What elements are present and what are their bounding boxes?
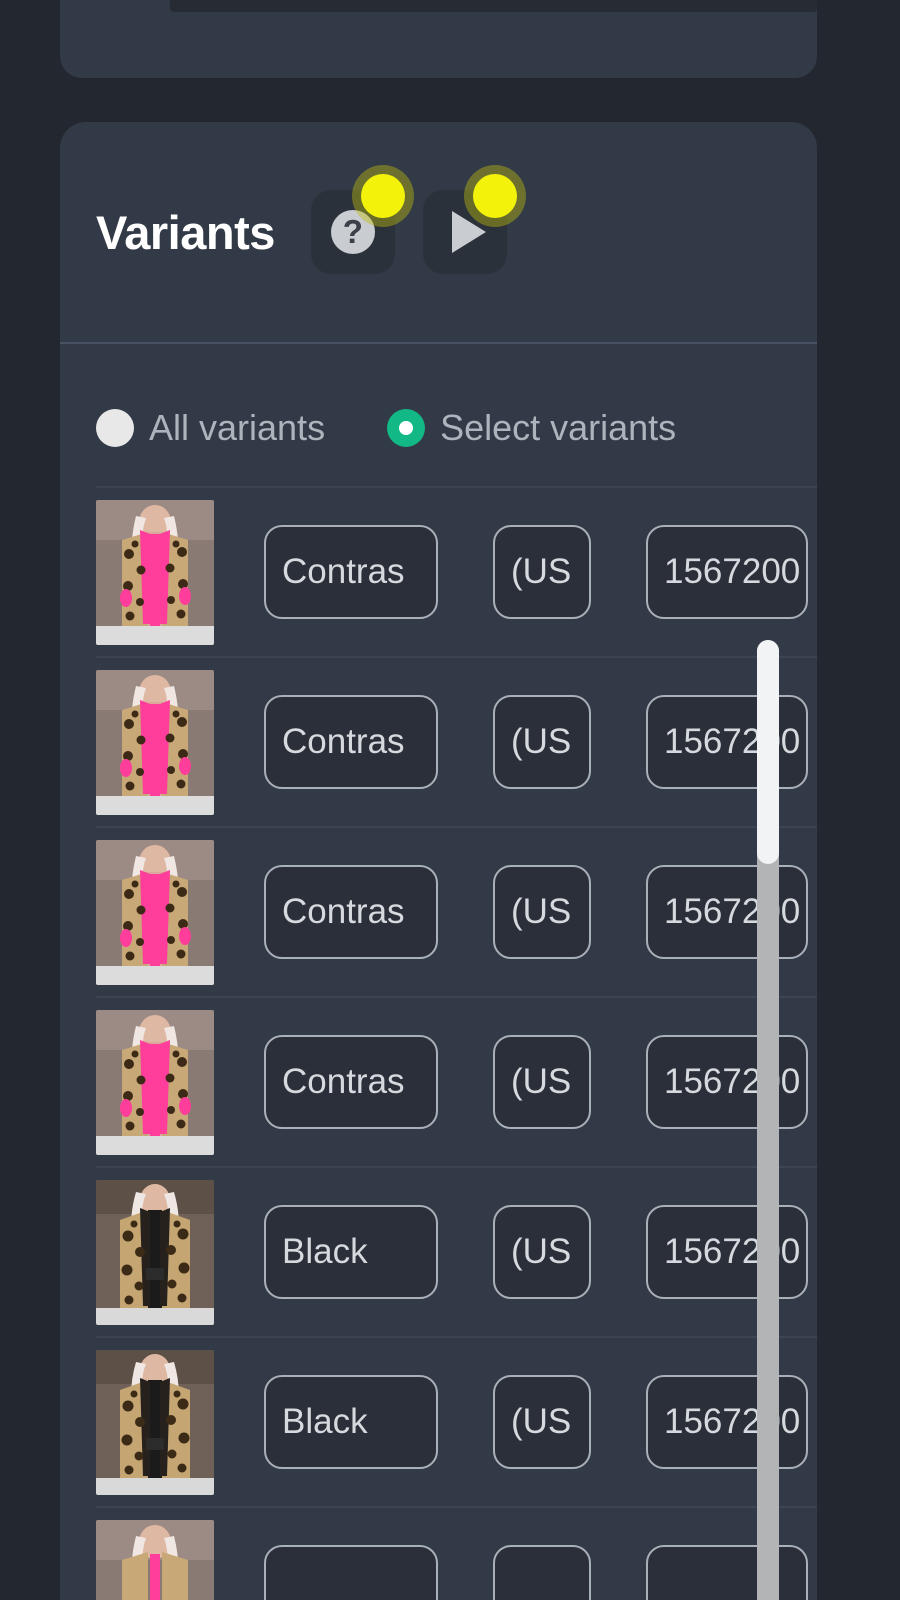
variant-sku-input[interactable]: 1567200 [646,865,808,959]
variant-color-input[interactable]: Contras [264,865,438,959]
variant-sku-input[interactable]: 1567200 [646,1035,808,1129]
table-row[interactable]: Contras (US 1567200 [96,996,817,1166]
variant-color-input[interactable]: Contras [264,1035,438,1129]
table-row[interactable]: Black (US 1567200 [96,1336,817,1506]
variant-size-input[interactable]: (US [493,865,591,959]
variant-size-input[interactable]: (US [493,1205,591,1299]
radio-label-all-variants: All variants [149,407,326,448]
variant-thumbnail-pink [96,839,214,985]
variants-card-header: Variants ? [60,122,817,342]
variants-screen: Variants ? All variants Select variants … [0,0,900,1600]
page-title: Variants [96,205,275,259]
radio-option-all-variants[interactable]: All variants [96,407,325,449]
help-circle-icon: ? [330,210,375,254]
help-button-notification-dot [360,174,405,218]
variant-color-input[interactable]: Black [264,1205,438,1299]
variant-color-input[interactable]: Contras [264,525,438,619]
radio-label-select-variants: Select variants [440,407,677,448]
variant-size-input[interactable] [493,1545,591,1600]
variants-card: Variants ? All variants Select variants … [60,122,817,1600]
table-row[interactable]: Contras (US 1567200 [96,486,817,656]
variant-sku-input[interactable]: 1567200 [646,695,808,789]
radio-circle-icon [96,409,134,447]
variant-sku-input[interactable]: 1567200 [646,1375,808,1469]
play-button-wrapper [422,174,517,274]
variant-thumbnail-pink [96,669,214,815]
variant-sku-input[interactable]: 1567200 [646,525,808,619]
variant-list-scrollbar-thumb[interactable] [757,640,779,864]
previous-card-notch [170,0,817,12]
variant-size-input[interactable]: (US [493,695,591,789]
radio-option-select-variants[interactable]: Select variants [387,407,676,449]
variant-thumbnail-pink [96,499,214,645]
variant-thumbnail-pink [96,1009,214,1155]
variant-sku-input[interactable]: 1567200 [646,1205,808,1299]
radio-circle-selected-icon [387,409,426,447]
variant-size-input[interactable]: (US [493,1035,591,1129]
variant-thumbnail-black [96,1179,214,1325]
play-triangle-icon [451,211,486,253]
variant-scope-radio-group: All variants Select variants [60,344,817,466]
variant-color-input[interactable] [264,1545,438,1600]
table-row[interactable] [96,1506,817,1600]
play-button-notification-dot [472,174,517,218]
variant-color-input[interactable]: Black [264,1375,438,1469]
variant-color-input[interactable]: Contras [264,695,438,789]
table-row[interactable]: Contras (US 1567200 [96,826,817,996]
variant-sku-input[interactable] [646,1545,808,1600]
table-row[interactable]: Black (US 1567200 [96,1166,817,1336]
variant-thumbnail-pink [96,1519,214,1600]
variant-size-input[interactable]: (US [493,1375,591,1469]
help-button-wrapper: ? [310,174,405,274]
variant-thumbnail-black [96,1349,214,1495]
variant-list: Contras (US 1567200 Contras (US 1567200 … [60,486,817,1600]
table-row[interactable]: Contras (US 1567200 [96,656,817,826]
variant-size-input[interactable]: (US [493,525,591,619]
